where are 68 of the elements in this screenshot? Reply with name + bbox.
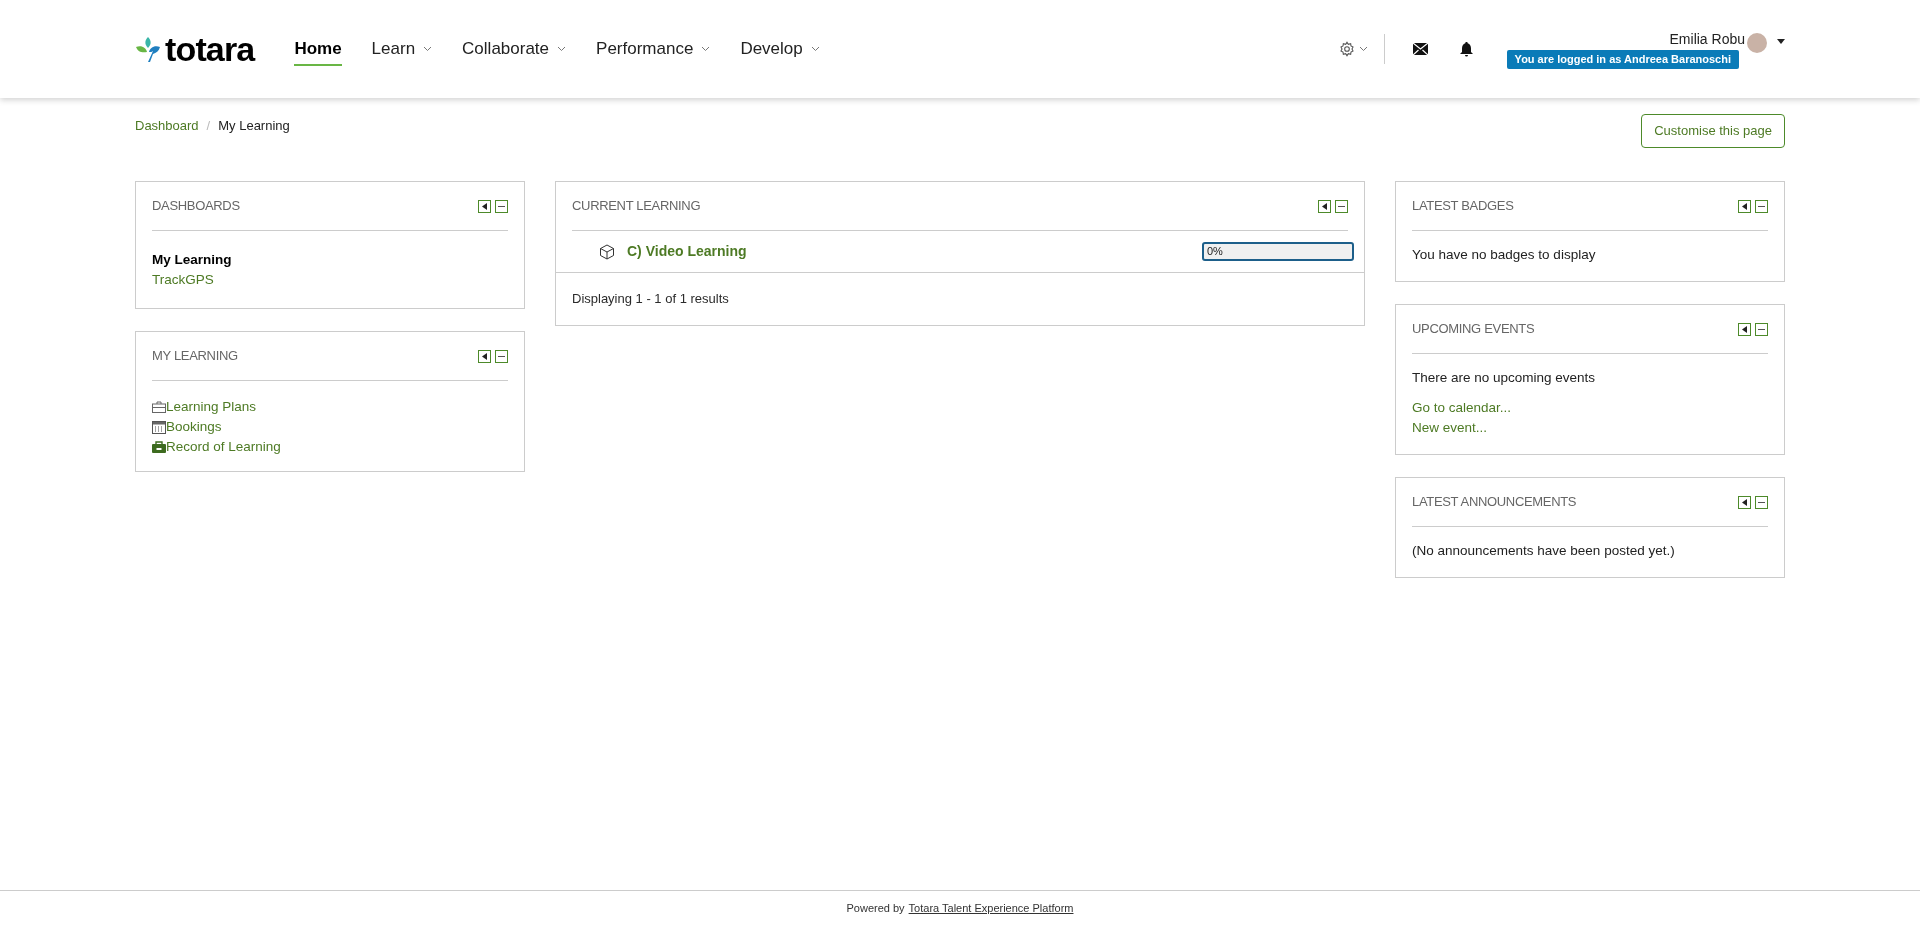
progress-label: 0%	[1207, 244, 1223, 259]
customise-page-button[interactable]: Customise this page	[1641, 114, 1785, 148]
minus-icon	[498, 205, 505, 207]
nav-tab[interactable]: Develop	[740, 36, 820, 66]
settings-menu-button[interactable]	[1338, 34, 1385, 64]
block-title: UPCOMING EVENTS	[1412, 320, 1535, 339]
cube-icon	[599, 243, 615, 260]
block-message: (No announcements have been posted yet.)	[1412, 542, 1676, 560]
dashboard-link[interactable]: TrackGPS	[152, 270, 508, 290]
dock-block-button[interactable]	[1318, 199, 1331, 213]
collapse-block-button[interactable]	[495, 199, 508, 213]
platform-link[interactable]: Totara Talent Experience Platform	[908, 900, 1074, 917]
breadcrumb-separator: /	[206, 117, 211, 135]
dashboard-link[interactable]: My Learning	[152, 250, 508, 270]
dock-block-button[interactable]	[1738, 322, 1751, 336]
triangle-left-icon	[1742, 202, 1747, 210]
collapse-block-button[interactable]	[1335, 199, 1348, 213]
chevron-down-icon	[1358, 46, 1368, 52]
triangle-left-icon	[1742, 498, 1747, 506]
gear-icon	[1338, 41, 1355, 57]
collapse-block-button[interactable]	[495, 349, 508, 363]
calendar-icon	[152, 420, 166, 434]
dock-block-button[interactable]	[478, 199, 491, 213]
block-title: LATEST BADGES	[1412, 197, 1514, 216]
leaf-logo-icon	[135, 35, 161, 63]
collapse-block-button[interactable]	[1755, 322, 1768, 336]
results-count: Displaying 1 - 1 of 1 results	[571, 290, 730, 308]
block-title: LATEST ANNOUNCEMENTS	[1412, 493, 1577, 512]
collapse-block-button[interactable]	[1755, 199, 1768, 213]
toolbox-icon	[152, 441, 166, 453]
breadcrumb-item[interactable]: Dashboard	[135, 116, 199, 136]
triangle-left-icon	[1322, 202, 1327, 210]
dock-block-button[interactable]	[1738, 495, 1751, 509]
learning-link[interactable]: Bookings	[166, 417, 222, 437]
minus-icon	[1338, 205, 1345, 207]
breadcrumb-item: My Learning	[218, 117, 290, 135]
nav-tab[interactable]: Collaborate	[462, 36, 567, 66]
block-message: You have no badges to display	[1412, 246, 1597, 264]
minus-icon	[1758, 501, 1765, 503]
logged-in-as-badge: You are logged in as Andreea Baranoschi	[1506, 50, 1739, 69]
dock-block-button[interactable]	[478, 349, 491, 363]
block-title: MY LEARNING	[152, 347, 238, 366]
briefcase-icon	[152, 401, 166, 413]
caret-down-icon[interactable]	[1777, 39, 1785, 45]
minus-icon	[1758, 328, 1765, 330]
powered-by-text: Powered by	[846, 901, 905, 917]
learning-link[interactable]: Record of Learning	[166, 437, 281, 457]
learning-link[interactable]: Learning Plans	[166, 397, 257, 417]
course-link[interactable]: C) Video Learning	[627, 241, 747, 262]
nav-tab[interactable]: Learn	[371, 36, 433, 66]
collapse-block-button[interactable]	[1755, 495, 1768, 509]
triangle-left-icon	[482, 352, 487, 360]
nav-tab[interactable]: Performance	[596, 36, 711, 66]
triangle-left-icon	[1742, 325, 1747, 333]
event-link[interactable]: New event...	[1412, 418, 1768, 438]
block-title: CURRENT LEARNING	[572, 197, 701, 216]
logo-wordmark[interactable]: totara	[165, 32, 255, 66]
user-name[interactable]: Emilia Robu	[1669, 29, 1745, 51]
minus-icon	[498, 355, 505, 357]
dock-block-button[interactable]	[1738, 199, 1751, 213]
nav-tab[interactable]: Home	[294, 36, 342, 66]
minus-icon	[1758, 205, 1765, 207]
block-message: There are no upcoming events	[1412, 369, 1597, 387]
envelope-icon	[1412, 43, 1428, 55]
bell-icon	[1459, 41, 1473, 57]
event-link[interactable]: Go to calendar...	[1412, 398, 1768, 418]
triangle-left-icon	[482, 202, 487, 210]
block-title: DASHBOARDS	[152, 197, 240, 216]
